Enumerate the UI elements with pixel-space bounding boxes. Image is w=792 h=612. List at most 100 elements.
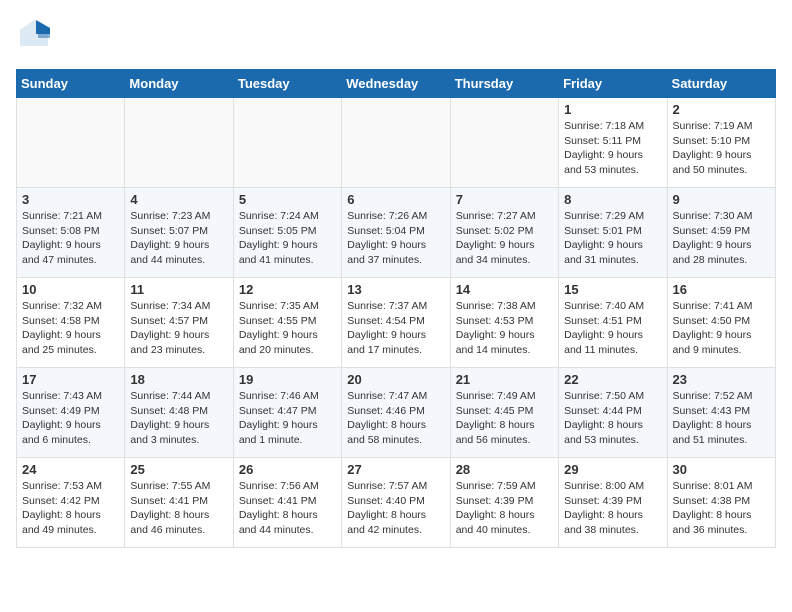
day-number: 27: [347, 462, 444, 477]
day-info: Sunrise: 7:43 AM Sunset: 4:49 PM Dayligh…: [22, 389, 119, 448]
calendar-cell: 15Sunrise: 7:40 AM Sunset: 4:51 PM Dayli…: [559, 278, 667, 368]
logo: [16, 16, 56, 57]
day-number: 2: [673, 102, 770, 117]
column-header-thursday: Thursday: [450, 70, 558, 98]
calendar-cell: 7 Sunrise: 7:27 AM Sunset: 5:02 PM Daylig…: [450, 188, 558, 278]
day-number: 10: [22, 282, 119, 297]
day-number: 6: [347, 192, 444, 207]
day-info: Sunrise: 7:38 AM Sunset: 4:53 PM Dayligh…: [456, 299, 553, 358]
day-number: 28: [456, 462, 553, 477]
day-number: 20: [347, 372, 444, 387]
day-info: Sunrise: 7:52 AM Sunset: 4:43 PM Dayligh…: [673, 389, 770, 448]
day-info: Sunrise: 7:56 AM Sunset: 4:41 PM Dayligh…: [239, 479, 336, 538]
calendar-cell: 14 Sunrise: 7:38 AM Sunset: 4:53 PM Dayli…: [450, 278, 558, 368]
day-info: Sunrise: 7:19 AM Sunset: 5:10 PM Dayligh…: [673, 119, 770, 178]
calendar-cell: 1 Sunrise: 7:18 AM Sunset: 5:11 PM Daylig…: [559, 98, 667, 188]
calendar-cell: 27 Sunrise: 7:57 AM Sunset: 4:40 PM Dayli…: [342, 458, 450, 548]
day-number: 29: [564, 462, 661, 477]
day-info: Sunrise: 8:01 AM Sunset: 4:38 PM Dayligh…: [673, 479, 770, 538]
day-info: Sunrise: 7:47 AM Sunset: 4:46 PM Dayligh…: [347, 389, 444, 448]
day-number: 3: [22, 192, 119, 207]
calendar-cell: [450, 98, 558, 188]
day-info: Sunrise: 7:40 AM Sunset: 4:51 PM Dayligh…: [564, 299, 661, 358]
calendar-cell: 11 Sunrise: 7:34 AM Sunset: 4:57 PM Dayli…: [125, 278, 233, 368]
calendar-cell: [125, 98, 233, 188]
day-info: Sunrise: 7:55 AM Sunset: 4:41 PM Dayligh…: [130, 479, 227, 538]
day-number: 21: [456, 372, 553, 387]
day-number: 5: [239, 192, 336, 207]
day-info: Sunrise: 7:18 AM Sunset: 5:11 PM Dayligh…: [564, 119, 661, 178]
day-info: Sunrise: 7:41 AM Sunset: 4:50 PM Dayligh…: [673, 299, 770, 358]
day-number: 22: [564, 372, 661, 387]
calendar-cell: 4 Sunrise: 7:23 AM Sunset: 5:07 PM Daylig…: [125, 188, 233, 278]
calendar-cell: 26Sunrise: 7:56 AM Sunset: 4:41 PM Dayli…: [233, 458, 341, 548]
column-header-saturday: Saturday: [667, 70, 775, 98]
calendar-cell: 9Sunrise: 7:30 AM Sunset: 4:59 PM Daylig…: [667, 188, 775, 278]
day-info: Sunrise: 7:21 AM Sunset: 5:08 PM Dayligh…: [22, 209, 119, 268]
calendar-table: SundayMondayTuesdayWednesdayThursdayFrid…: [16, 69, 776, 548]
calendar-cell: 17 Sunrise: 7:43 AM Sunset: 4:49 PM Dayli…: [17, 368, 125, 458]
calendar-cell: 29 Sunrise: 8:00 AM Sunset: 4:39 PM Dayli…: [559, 458, 667, 548]
calendar-cell: 19 Sunrise: 7:46 AM Sunset: 4:47 PM Dayli…: [233, 368, 341, 458]
calendar-week-row: 10 Sunrise: 7:32 AM Sunset: 4:58 PM Dayli…: [17, 278, 776, 368]
calendar-cell: 24Sunrise: 7:53 AM Sunset: 4:42 PM Dayli…: [17, 458, 125, 548]
day-info: Sunrise: 7:29 AM Sunset: 5:01 PM Dayligh…: [564, 209, 661, 268]
calendar-cell: [17, 98, 125, 188]
column-header-wednesday: Wednesday: [342, 70, 450, 98]
day-number: 25: [130, 462, 227, 477]
day-number: 17: [22, 372, 119, 387]
day-info: Sunrise: 7:23 AM Sunset: 5:07 PM Dayligh…: [130, 209, 227, 268]
calendar-cell: 2 Sunrise: 7:19 AM Sunset: 5:10 PM Daylig…: [667, 98, 775, 188]
column-header-friday: Friday: [559, 70, 667, 98]
day-number: 11: [130, 282, 227, 297]
day-number: 8: [564, 192, 661, 207]
calendar-cell: 3 Sunrise: 7:21 AM Sunset: 5:08 PM Daylig…: [17, 188, 125, 278]
calendar-cell: 13Sunrise: 7:37 AM Sunset: 4:54 PM Dayli…: [342, 278, 450, 368]
logo-icon: [16, 16, 52, 52]
calendar-cell: 20 Sunrise: 7:47 AM Sunset: 4:46 PM Dayli…: [342, 368, 450, 458]
calendar-cell: 21 Sunrise: 7:49 AM Sunset: 4:45 PM Dayli…: [450, 368, 558, 458]
calendar-cell: 23 Sunrise: 7:52 AM Sunset: 4:43 PM Dayli…: [667, 368, 775, 458]
day-number: 4: [130, 192, 227, 207]
day-number: 19: [239, 372, 336, 387]
day-number: 23: [673, 372, 770, 387]
column-header-monday: Monday: [125, 70, 233, 98]
day-info: Sunrise: 7:27 AM Sunset: 5:02 PM Dayligh…: [456, 209, 553, 268]
day-number: 14: [456, 282, 553, 297]
calendar-cell: 6 Sunrise: 7:26 AM Sunset: 5:04 PM Daylig…: [342, 188, 450, 278]
calendar-cell: 18Sunrise: 7:44 AM Sunset: 4:48 PM Dayli…: [125, 368, 233, 458]
day-info: Sunrise: 7:32 AM Sunset: 4:58 PM Dayligh…: [22, 299, 119, 358]
day-info: Sunrise: 7:49 AM Sunset: 4:45 PM Dayligh…: [456, 389, 553, 448]
calendar-cell: [233, 98, 341, 188]
calendar-week-row: 17 Sunrise: 7:43 AM Sunset: 4:49 PM Dayli…: [17, 368, 776, 458]
column-header-sunday: Sunday: [17, 70, 125, 98]
page-header: [16, 16, 776, 57]
calendar-cell: [342, 98, 450, 188]
day-info: Sunrise: 7:57 AM Sunset: 4:40 PM Dayligh…: [347, 479, 444, 538]
calendar-cell: 16 Sunrise: 7:41 AM Sunset: 4:50 PM Dayli…: [667, 278, 775, 368]
day-info: Sunrise: 7:34 AM Sunset: 4:57 PM Dayligh…: [130, 299, 227, 358]
calendar-week-row: 24Sunrise: 7:53 AM Sunset: 4:42 PM Dayli…: [17, 458, 776, 548]
day-info: Sunrise: 7:50 AM Sunset: 4:44 PM Dayligh…: [564, 389, 661, 448]
day-number: 1: [564, 102, 661, 117]
calendar-week-row: 1 Sunrise: 7:18 AM Sunset: 5:11 PM Daylig…: [17, 98, 776, 188]
day-info: Sunrise: 7:46 AM Sunset: 4:47 PM Dayligh…: [239, 389, 336, 448]
calendar-cell: 12 Sunrise: 7:35 AM Sunset: 4:55 PM Dayli…: [233, 278, 341, 368]
day-info: Sunrise: 8:00 AM Sunset: 4:39 PM Dayligh…: [564, 479, 661, 538]
calendar-cell: 5Sunrise: 7:24 AM Sunset: 5:05 PM Daylig…: [233, 188, 341, 278]
day-info: Sunrise: 7:30 AM Sunset: 4:59 PM Dayligh…: [673, 209, 770, 268]
day-number: 30: [673, 462, 770, 477]
day-info: Sunrise: 7:59 AM Sunset: 4:39 PM Dayligh…: [456, 479, 553, 538]
day-number: 18: [130, 372, 227, 387]
calendar-cell: 8 Sunrise: 7:29 AM Sunset: 5:01 PM Daylig…: [559, 188, 667, 278]
day-number: 7: [456, 192, 553, 207]
day-number: 12: [239, 282, 336, 297]
calendar-cell: 30 Sunrise: 8:01 AM Sunset: 4:38 PM Dayli…: [667, 458, 775, 548]
calendar-header-row: SundayMondayTuesdayWednesdayThursdayFrid…: [17, 70, 776, 98]
day-info: Sunrise: 7:35 AM Sunset: 4:55 PM Dayligh…: [239, 299, 336, 358]
day-info: Sunrise: 7:26 AM Sunset: 5:04 PM Dayligh…: [347, 209, 444, 268]
day-number: 16: [673, 282, 770, 297]
column-header-tuesday: Tuesday: [233, 70, 341, 98]
day-number: 24: [22, 462, 119, 477]
day-info: Sunrise: 7:37 AM Sunset: 4:54 PM Dayligh…: [347, 299, 444, 358]
